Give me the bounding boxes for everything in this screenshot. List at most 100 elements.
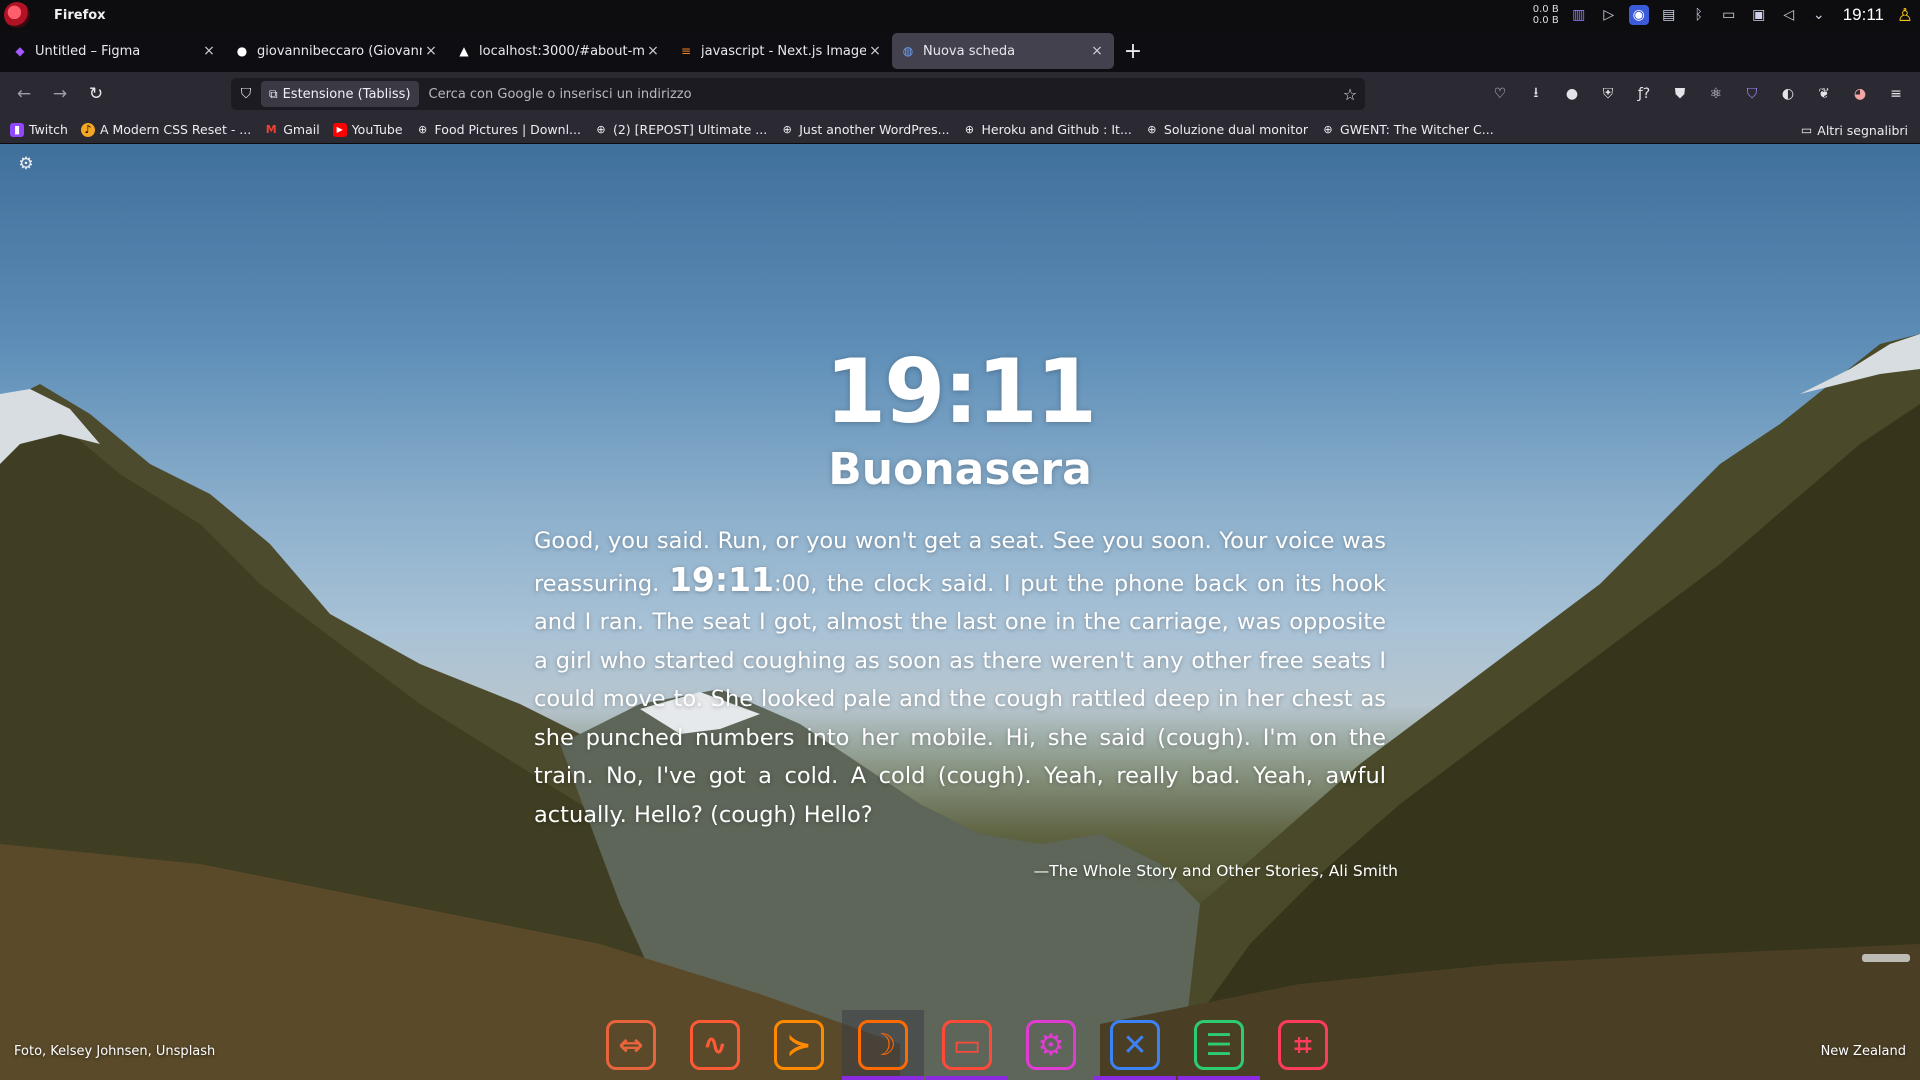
dock-item[interactable]: ⚙ xyxy=(1010,1010,1092,1080)
ublock-icon[interactable]: ⛨ xyxy=(1592,78,1624,110)
bookmark-dual-monitor[interactable]: ⊕ Soluzione dual monitor xyxy=(1145,122,1308,137)
bookmark-heroku[interactable]: ⊕ Heroku and Github : It... xyxy=(963,122,1132,137)
dock-item[interactable]: ☽ xyxy=(842,1010,924,1080)
grammarly-icon[interactable]: ● xyxy=(1556,78,1588,110)
net-up: 0.0 B xyxy=(1532,4,1559,15)
download-icon[interactable]: ⭳ xyxy=(1520,78,1552,110)
toolbar-icons: ♡ ⭳ ● ⛨ ƒ? ⛊ ⚛ ⛉ ◐ ❦ ◕ ≡ xyxy=(1484,72,1912,116)
bookmark-label: Gmail xyxy=(283,122,320,137)
running-indicator xyxy=(842,1076,924,1080)
quote-text-after: :00, the clock said. I put the phone bac… xyxy=(534,570,1386,828)
fontface-icon[interactable]: ƒ? xyxy=(1628,78,1660,110)
bookmark-gmail[interactable]: M Gmail xyxy=(264,122,320,137)
bookmark-label: Heroku and Github : It... xyxy=(981,122,1132,137)
dock-item[interactable]: ▭ xyxy=(926,1010,1008,1080)
system-tray: 0.0 B 0.0 B ▥ ▷ ◉ ▤ ᛒ ▭ ▣ ◁ ⌄ 19:11 ♙ xyxy=(1529,0,1916,30)
chevron-down-icon[interactable]: ⌄ xyxy=(1809,5,1829,25)
running-indicator xyxy=(926,1076,1008,1080)
menu-icon[interactable]: ≡ xyxy=(1880,78,1912,110)
navigation-bar: ← → ↻ ⛉ ⧉ Estensione (Tabliss) ☆ ♡ ⭳ ● ⛨… xyxy=(0,72,1920,116)
clipboard-icon[interactable]: ▤ xyxy=(1659,5,1679,25)
user-icon[interactable]: ♙ xyxy=(1894,4,1916,26)
play-icon[interactable]: ▷ xyxy=(1599,5,1619,25)
bookmark-youtube[interactable]: ▶ YouTube xyxy=(332,122,403,137)
extension-icon[interactable]: ❦ xyxy=(1808,78,1840,110)
bookmark-food-pictures[interactable]: ⊕ Food Pictures | Downl... xyxy=(416,122,581,137)
back-button[interactable]: ← xyxy=(6,78,42,110)
extension-icon[interactable]: ◐ xyxy=(1772,78,1804,110)
dock-item[interactable]: ∿ xyxy=(674,1010,756,1080)
quote-time: 19:11 xyxy=(668,559,774,599)
extension-identity-chip[interactable]: ⧉ Estensione (Tabliss) xyxy=(261,81,419,107)
tab-github[interactable]: ● giovannibeccaro (Giovanni B × xyxy=(226,33,448,69)
extension-icon[interactable]: ◕ xyxy=(1844,78,1876,110)
file-manager-icon: ▭ xyxy=(942,1020,992,1070)
bookmark-label: YouTube xyxy=(351,122,403,137)
pocket-icon[interactable]: ♡ xyxy=(1484,78,1516,110)
puzzle-icon: ⧉ xyxy=(269,86,278,101)
figma-icon: ◆ xyxy=(15,44,25,58)
star-icon[interactable]: ☆ xyxy=(1335,85,1365,104)
close-icon[interactable]: × xyxy=(200,43,218,59)
folder-icon: ▭ xyxy=(1800,123,1813,137)
bookmark-label: Food Pictures | Downl... xyxy=(434,122,581,137)
git-client-icon: ⇔ xyxy=(606,1020,656,1070)
display-icon[interactable]: ▭ xyxy=(1719,5,1739,25)
dock-item[interactable]: ⇔ xyxy=(590,1010,672,1080)
new-tab-button[interactable]: + xyxy=(1118,36,1148,66)
equalizer-icon[interactable]: ▥ xyxy=(1569,5,1589,25)
screenshot-icon[interactable]: ◉ xyxy=(1628,5,1649,25)
react-devtools-icon[interactable]: ⚛ xyxy=(1700,78,1732,110)
dock-item[interactable]: ⌗ xyxy=(1262,1010,1344,1080)
bitwarden-icon[interactable]: ⛊ xyxy=(1664,78,1696,110)
url-bar[interactable]: ⛉ ⧉ Estensione (Tabliss) ☆ xyxy=(231,78,1365,110)
close-icon[interactable]: × xyxy=(866,43,884,59)
globe-icon: ⊕ xyxy=(782,123,792,136)
globe-icon: ⊕ xyxy=(596,123,606,136)
tab-strip: ◆ Untitled – Figma × ● giovannibeccaro (… xyxy=(0,30,1920,72)
close-icon[interactable]: × xyxy=(422,43,440,59)
vscode-icon: ✕ xyxy=(1110,1020,1160,1070)
address-input[interactable] xyxy=(428,86,1335,102)
scrollbar[interactable] xyxy=(1862,954,1910,962)
tab-new-tab[interactable]: ◍ Nuova scheda × xyxy=(892,33,1114,69)
bookmark-wordpress[interactable]: ⊕ Just another WordPres... xyxy=(780,122,950,137)
bookmark-label: Just another WordPres... xyxy=(799,122,950,137)
photo-credit[interactable]: Foto, Kelsey Johnsen, Unsplash xyxy=(14,1044,215,1059)
running-indicator xyxy=(1094,1076,1176,1080)
bookmark-twitch[interactable]: ▮ Twitch xyxy=(10,122,68,137)
monitor-icon[interactable]: ▣ xyxy=(1749,5,1769,25)
shield-icon[interactable]: ⛉ xyxy=(231,86,261,102)
forward-button[interactable]: → xyxy=(42,78,78,110)
running-indicator xyxy=(1178,1076,1260,1080)
close-icon[interactable]: × xyxy=(644,43,662,59)
tab-title: javascript - Next.js Image St xyxy=(701,43,866,59)
distro-logo-icon[interactable] xyxy=(4,2,30,28)
bookmark-label: Twitch xyxy=(29,122,68,137)
extension-icon[interactable]: ⛉ xyxy=(1736,78,1768,110)
settings-gear-icon[interactable]: ⚙ xyxy=(16,154,36,174)
bookmark-css-reset[interactable]: ♪ A Modern CSS Reset - ... xyxy=(80,122,251,137)
close-icon[interactable]: × xyxy=(1088,43,1106,59)
volume-icon[interactable]: ◁ xyxy=(1779,5,1799,25)
bluetooth-icon[interactable]: ᛒ xyxy=(1689,5,1709,25)
tab-localhost[interactable]: ▲ localhost:3000/#about-me × xyxy=(448,33,670,69)
globe-icon: ⊕ xyxy=(417,123,428,136)
tab-title: Nuova scheda xyxy=(923,43,1016,59)
system-clock[interactable]: 19:11 xyxy=(1843,5,1884,25)
globe-icon: ⊕ xyxy=(1147,123,1157,136)
dock-item[interactable]: ☰ xyxy=(1178,1010,1260,1080)
tab-stackoverflow[interactable]: ≡ javascript - Next.js Image St × xyxy=(670,33,892,69)
bookmark-repost[interactable]: ⊕ (2) [REPOST] Ultimate ... xyxy=(594,122,767,137)
literary-clock-quote: Good, you said. Run, or you won't get a … xyxy=(534,522,1386,834)
bookmark-gwent[interactable]: ⊕ GWENT: The Witcher C... xyxy=(1321,122,1494,137)
reload-button[interactable]: ↻ xyxy=(78,78,114,110)
active-app-name: Firefox xyxy=(54,7,106,23)
bookmark-label: Soluzione dual monitor xyxy=(1163,122,1309,137)
dock-item[interactable]: ≻ xyxy=(758,1010,840,1080)
other-bookmarks[interactable]: ▭ Altri segnalibri xyxy=(1801,116,1908,144)
dock-item[interactable]: ✕ xyxy=(1094,1010,1176,1080)
terminal-icon: ≻ xyxy=(774,1020,824,1070)
bookmark-label: GWENT: The Witcher C... xyxy=(1340,122,1494,137)
tab-figma[interactable]: ◆ Untitled – Figma × xyxy=(4,33,226,69)
